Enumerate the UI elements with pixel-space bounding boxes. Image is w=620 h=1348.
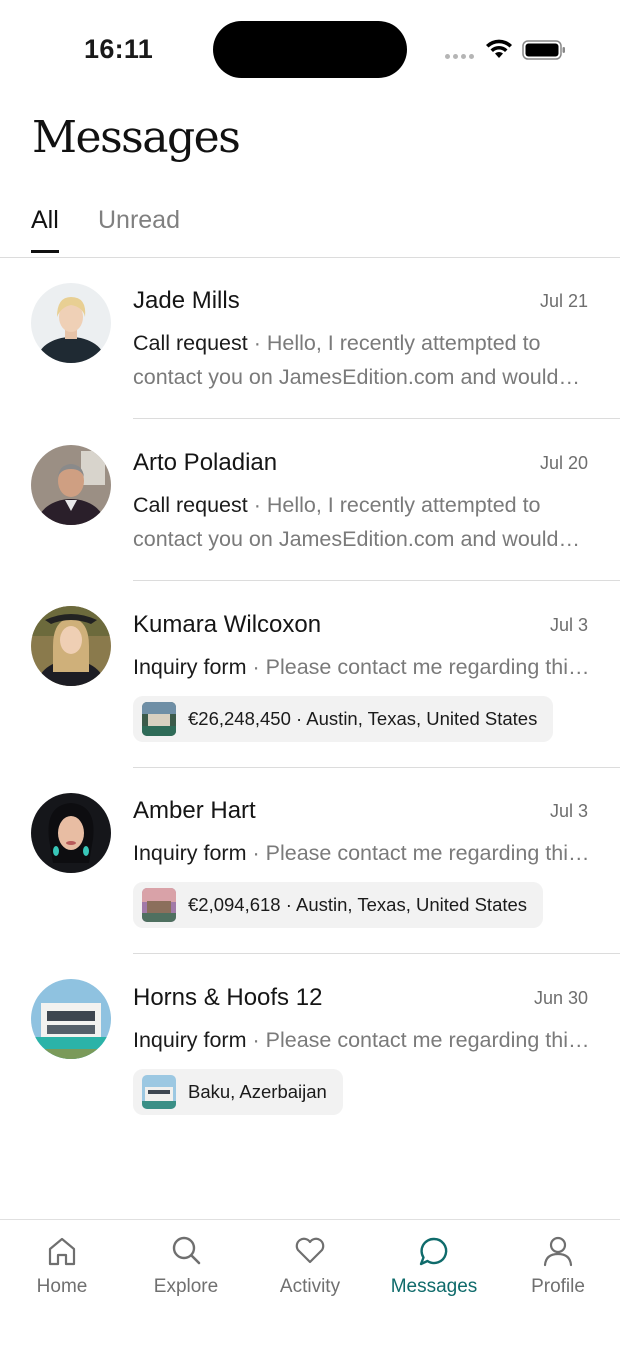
listing-chip[interactable]: €26,248,450 · Austin, Texas, United Stat… <box>133 696 554 742</box>
nav-profile-label: Profile <box>531 1276 585 1297</box>
contact-name: Amber Hart <box>133 797 256 824</box>
wifi-icon <box>486 39 512 58</box>
contact-name: Arto Poladian <box>133 449 278 476</box>
dynamic-island <box>213 21 407 78</box>
cellular-signal-icon <box>445 54 474 59</box>
contact-name: Jade Mills <box>133 287 240 314</box>
avatar <box>31 793 111 873</box>
message-preview: Inquiry form · Please contact me regardi… <box>133 836 593 870</box>
message-snippet: Please contact me regarding this listing… <box>265 655 593 679</box>
nav-activity[interactable]: Activity <box>248 1234 372 1298</box>
bottom-tab-bar: Home Explore Activity Messages Profile <box>0 1219 620 1348</box>
request-type: Inquiry form <box>133 655 247 679</box>
listing-chip[interactable]: Baku, Azerbaijan <box>133 1069 343 1115</box>
conversation-row[interactable]: Kumara Wilcoxon Jul 3 Inquiry form · Ple… <box>0 583 620 768</box>
person-icon <box>543 1236 573 1267</box>
message-date: Jul 21 <box>539 291 588 311</box>
request-type: Call request <box>133 493 248 517</box>
message-snippet: Please contact me regarding this listing… <box>265 1028 593 1052</box>
message-filter-tabs: All Unread <box>0 196 620 258</box>
nav-home-label: Home <box>36 1276 88 1297</box>
message-snippet: Please contact me regarding this listing… <box>265 841 593 865</box>
conversation-row[interactable]: Amber Hart Jul 3 Inquiry form · Please c… <box>0 769 620 955</box>
message-date: Jul 3 <box>549 615 588 635</box>
nav-profile[interactable]: Profile <box>496 1234 620 1298</box>
search-icon <box>172 1236 201 1265</box>
status-bar: 16:11 <box>0 0 620 100</box>
divider <box>133 953 620 954</box>
message-preview: Call request · Hello, I recently attempt… <box>133 326 593 394</box>
message-date: Jun 30 <box>533 988 588 1008</box>
conversation-row[interactable]: Arto Poladian Jul 20 Call request · Hell… <box>0 421 620 582</box>
heart-icon <box>295 1237 325 1264</box>
request-type: Inquiry form <box>133 1028 247 1052</box>
conversation-row[interactable]: Jade Mills Jul 21 Call request · Hello, … <box>0 259 620 420</box>
message-date: Jul 3 <box>549 801 588 821</box>
nav-activity-label: Activity <box>279 1276 341 1297</box>
listing-thumbnail <box>142 888 176 922</box>
request-type: Inquiry form <box>133 841 247 865</box>
tab-all[interactable]: All <box>31 206 59 253</box>
nav-messages[interactable]: Messages <box>372 1234 496 1298</box>
battery-icon <box>522 40 565 60</box>
divider <box>133 580 620 581</box>
listing-details: €2,094,618 · Austin, Texas, United State… <box>188 894 528 915</box>
conversation-row[interactable]: Horns & Hoofs 12 Jun 30 Inquiry form · P… <box>0 956 620 1126</box>
message-preview: Inquiry form · Please contact me regardi… <box>133 650 593 684</box>
listing-details: €26,248,450 · Austin, Texas, United Stat… <box>188 708 538 729</box>
message-date: Jul 20 <box>539 453 588 473</box>
contact-name: Horns & Hoofs 12 <box>133 984 323 1011</box>
nav-explore-label: Explore <box>153 1276 219 1297</box>
nav-home[interactable]: Home <box>0 1234 124 1298</box>
listing-chip[interactable]: €2,094,618 · Austin, Texas, United State… <box>133 882 544 928</box>
listing-thumbnail <box>142 702 176 736</box>
avatar <box>31 979 111 1059</box>
message-preview: Call request · Hello, I recently attempt… <box>133 488 593 556</box>
nav-messages-label: Messages <box>390 1276 478 1297</box>
divider <box>133 767 620 768</box>
request-type: Call request <box>133 331 248 355</box>
nav-explore[interactable]: Explore <box>124 1234 248 1298</box>
avatar <box>31 606 111 686</box>
avatar <box>31 445 111 525</box>
contact-name: Kumara Wilcoxon <box>133 611 322 638</box>
page-title: Messages <box>32 112 241 163</box>
listing-details: Baku, Azerbaijan <box>188 1081 327 1102</box>
tab-unread[interactable]: Unread <box>98 206 180 253</box>
chat-bubble-icon <box>419 1237 448 1266</box>
message-preview: Inquiry form · Please contact me regardi… <box>133 1023 593 1057</box>
listing-thumbnail <box>142 1075 176 1109</box>
home-icon <box>48 1237 76 1266</box>
status-time: 16:11 <box>84 34 154 64</box>
avatar <box>31 283 111 363</box>
divider <box>133 418 620 419</box>
